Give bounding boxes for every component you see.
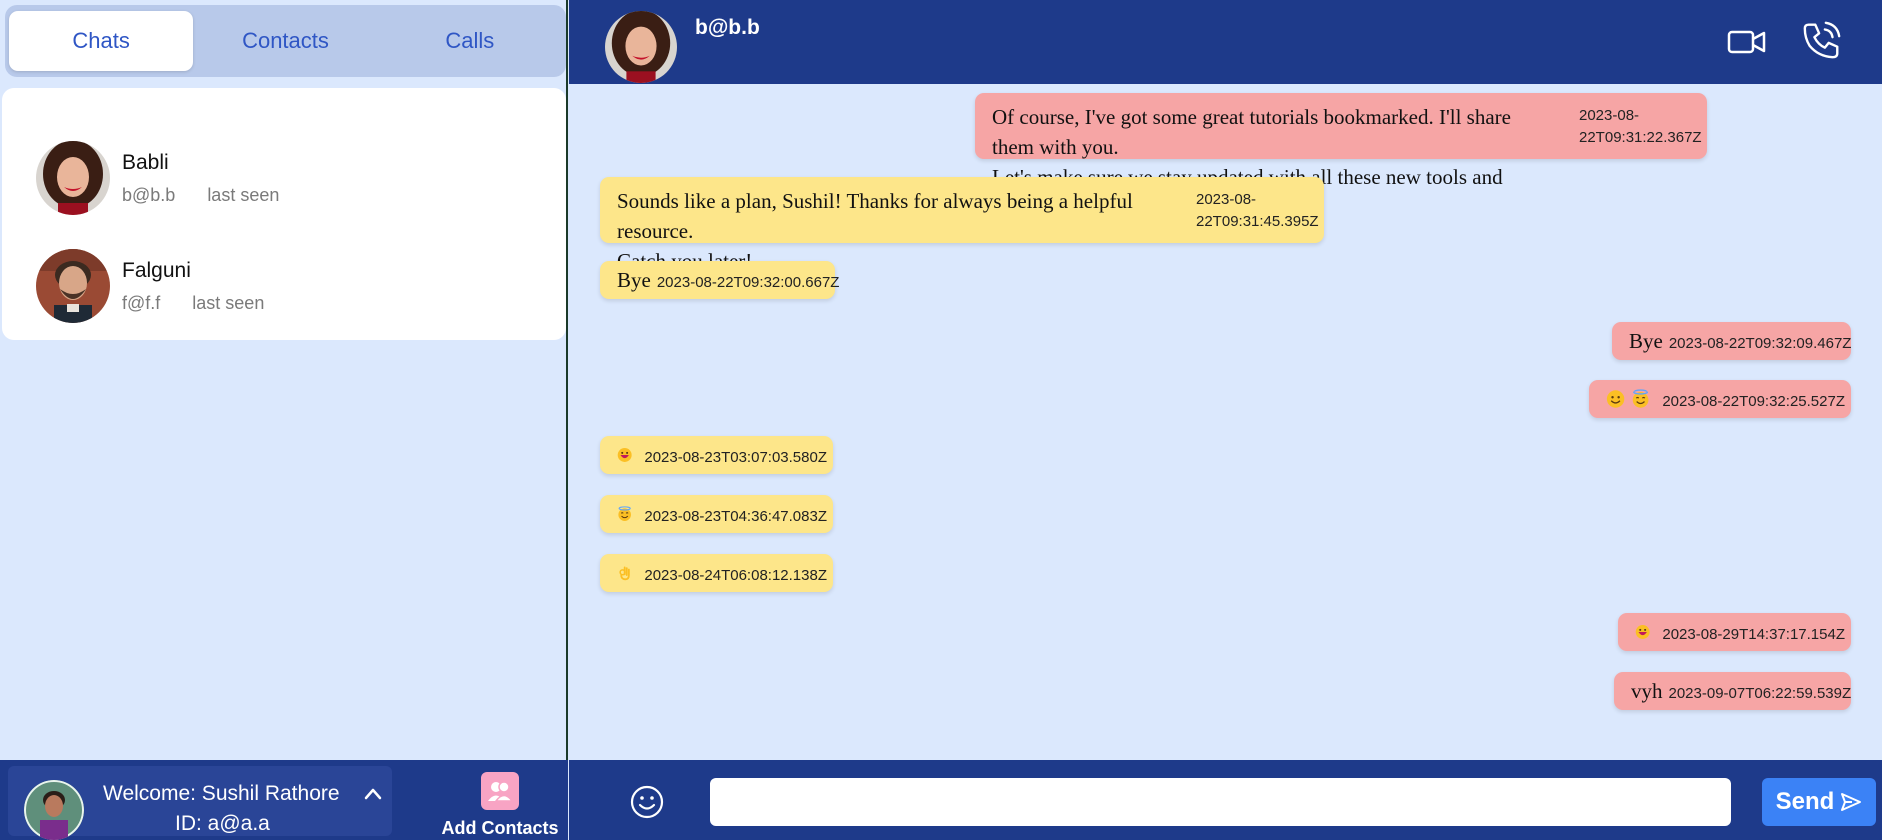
chat-status: last seen (207, 184, 280, 205)
chevron-up-icon (364, 788, 382, 800)
user-bar: Welcome: Sushil Rathore ID: a@a.a Add Co… (0, 760, 568, 840)
message-bubble-received: 2023-08-23T04:36:47.083Z (600, 495, 833, 533)
message-timestamp: 2023-08-22T09:32:00.667Z (656, 273, 840, 291)
add-users-icon (481, 772, 519, 810)
contact-name: b@b.b (695, 16, 760, 39)
grinning-face-icon (617, 448, 632, 462)
message-text-line: Of course, I've got some great tutorials… (992, 105, 1511, 159)
grinning-face-icon (1635, 625, 1650, 639)
profile-menu[interactable]: Welcome: Sushil Rathore ID: a@a.a (8, 766, 392, 840)
tab-calls[interactable]: Calls (378, 11, 562, 71)
send-label: Send (1775, 788, 1835, 815)
add-contacts-button[interactable]: Add Contacts (440, 772, 560, 840)
conversation-panel: b@b.b Of course, I've got some great tut… (569, 0, 1882, 840)
message-input[interactable] (710, 778, 1731, 826)
avatar[interactable] (605, 11, 677, 83)
message-bubble-received: Sounds like a plan, Sushil! Thanks for a… (600, 177, 1324, 273)
chat-name: Falguni (122, 258, 191, 282)
message-timestamp: 2023-08-22T09:32:25.527Z (1662, 392, 1845, 410)
message-list: Of course, I've got some great tutorials… (569, 84, 1882, 760)
chat-email: f@f.f (122, 292, 161, 313)
sidebar: Chats Contacts Calls Babli b@b.b last se… (0, 0, 568, 840)
halo-face-icon (1632, 389, 1649, 408)
chat-email: b@b.b (122, 184, 176, 205)
message-bubble-received: Bye 2023-08-22T09:32:00.667Z (600, 261, 839, 299)
chat-name: Babli (122, 150, 169, 174)
message-timestamp: 2023-08-22T09:32:09.467Z (1668, 334, 1852, 352)
message-timestamp: 2023-08-23T04:36:47.083Z (644, 507, 827, 525)
message-bubble-sent: Bye 2023-08-22T09:32:09.467Z (1612, 322, 1851, 360)
message-timestamp: 2023-08-29T14:37:17.154Z (1662, 625, 1845, 643)
phone-call-icon[interactable] (1801, 18, 1843, 62)
message-timestamp: 2023-08-22T09:31:45.395Z (1196, 191, 1319, 230)
chat-status: last seen (192, 292, 265, 313)
ok-hand-icon (619, 566, 630, 581)
message-text: Bye (617, 268, 651, 292)
welcome-text: Welcome: Sushil Rathore (103, 782, 340, 805)
message-bubble-sent: vyh 2023-09-07T06:22:59.539Z (1614, 672, 1851, 710)
message-bubble-sent: Of course, I've got some great tutorials… (975, 93, 1707, 219)
avatar (24, 780, 84, 840)
smiling-face-icon (1606, 390, 1625, 408)
tab-chats[interactable]: Chats (9, 11, 194, 71)
send-icon (1841, 793, 1862, 811)
tab-bar: Chats Contacts Calls (5, 5, 566, 77)
message-text: Bye (1629, 329, 1663, 353)
chat-item-falguni[interactable]: Falguni f@f.f last seen (2, 232, 566, 340)
message-text: vyh (1631, 679, 1663, 703)
video-call-icon[interactable] (1727, 22, 1767, 62)
tab-contacts[interactable]: Contacts (193, 11, 377, 71)
halo-face-icon (618, 506, 631, 521)
send-button[interactable]: Send (1762, 778, 1876, 826)
message-composer: Send (569, 760, 1882, 840)
message-timestamp: 2023-09-07T06:22:59.539Z (1668, 684, 1852, 702)
message-bubble-received: 2023-08-24T06:08:12.138Z (600, 554, 833, 592)
chat-item-babli[interactable]: Babli b@b.b last seen (2, 124, 566, 232)
message-text-line: Sounds like a plan, Sushil! Thanks for a… (617, 189, 1133, 243)
message-timestamp: 2023-08-22T09:31:22.367Z (1579, 107, 1702, 146)
message-timestamp: 2023-08-24T06:08:12.138Z (644, 566, 827, 584)
avatar (36, 249, 110, 323)
avatar (36, 141, 110, 215)
user-id: ID: a@a.a (175, 812, 270, 835)
emoji-picker-icon[interactable] (629, 784, 665, 820)
conversation-header: b@b.b (569, 0, 1882, 84)
chat-list: Babli b@b.b last seen Falguni f@f.f last… (2, 88, 566, 340)
message-bubble-received: 2023-08-23T03:07:03.580Z (600, 436, 833, 474)
message-bubble-sent: 2023-08-29T14:37:17.154Z (1618, 613, 1851, 651)
message-timestamp: 2023-08-23T03:07:03.580Z (644, 448, 827, 466)
add-contacts-label: Add Contacts (441, 818, 559, 838)
message-bubble-sent: 2023-08-22T09:32:25.527Z (1589, 380, 1851, 418)
